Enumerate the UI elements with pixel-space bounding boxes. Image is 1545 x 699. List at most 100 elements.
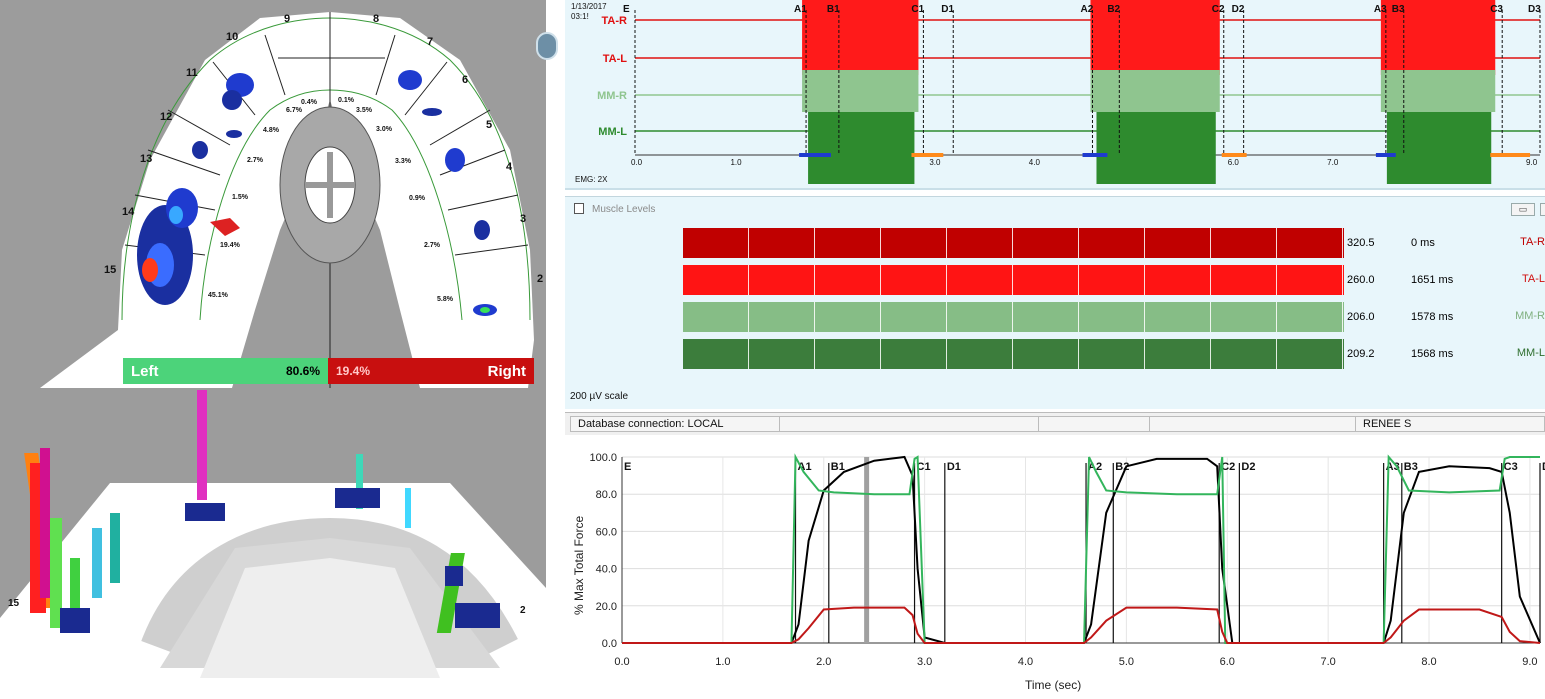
force-x-tick-label: 6.0 (1220, 656, 1235, 668)
muscle-scale-label: 200 µV scale (570, 391, 629, 402)
force-x-tick-label: 2.0 (816, 656, 831, 668)
force-x-tick-label: 8.0 (1421, 656, 1436, 668)
muscle-level-row: MM-L 209.2 1568 ms (565, 339, 1545, 369)
force-chart-panel: % Max Total Force Time (sec) 100.0 80.0 60… (565, 435, 1545, 694)
segment-percent: 5.8% (437, 296, 454, 303)
tooth-number: 13 (140, 153, 152, 165)
muscle-level-bar (683, 228, 1344, 258)
segment-percent: 0.9% (409, 195, 426, 202)
emg-burst-mmr (1380, 70, 1496, 112)
event-marker-label: B1 (831, 461, 845, 473)
force-x-tick-label: 5.0 (1119, 656, 1134, 668)
db-connection-status: Database connection: LOCAL (570, 416, 780, 432)
left-percent: 80.6% (285, 364, 320, 378)
muscle-level-bar (683, 302, 1344, 332)
force-x-tick-label: 0.0 (614, 656, 629, 668)
emg-burst-mml (808, 112, 915, 184)
muscle-level-bar (683, 265, 1344, 295)
tooth-number: 9 (284, 13, 290, 25)
emg-date: 1/13/2017 (571, 2, 607, 11)
emg-event-marker-label: D3 (1528, 4, 1541, 15)
tooth-number: 15 (8, 598, 20, 609)
event-marker-label: C3 (1504, 461, 1518, 473)
emg-event-marker-label: A1 (794, 4, 807, 15)
muscle-level-row: TA-R 320.5 0 ms (565, 228, 1545, 258)
emg-x-tick-label: 7.0 (1327, 158, 1339, 167)
time-cursor (864, 457, 870, 643)
event-marker-label: D1 (947, 461, 961, 473)
tooth-number: 8 (373, 13, 379, 25)
muscle-level-time: 1568 ms (1411, 348, 1454, 360)
status-cell-empty (1038, 416, 1150, 432)
emg-onset-bar (1221, 153, 1247, 157)
muscle-level-value: 206.0 (1347, 311, 1375, 323)
emg-event-marker-label: B2 (1107, 4, 1120, 15)
force-y-tick-label: 60.0 (596, 526, 617, 538)
panel-close-button[interactable] (1540, 203, 1545, 216)
left-right-balance-bar: Left 80.6% 19.4% Right (123, 358, 534, 384)
muscle-level-time: 0 ms (1411, 237, 1435, 249)
event-marker-label: E (624, 461, 631, 473)
emg-trace-canvas: 0.01.02.03.04.05.06.07.08.09.0TA-RTA-LMM… (597, 0, 1541, 184)
force-y-tick-label: 20.0 (596, 601, 617, 613)
emg-onset-bar (911, 153, 944, 157)
emg-onset-bar (799, 153, 831, 157)
force-x-tick-label: 9.0 (1522, 656, 1537, 668)
emg-x-tick-label: 0.0 (631, 158, 643, 167)
palate-cross-h (305, 182, 355, 188)
tooth-number: 14 (122, 206, 135, 218)
emg-event-marker-label: A3 (1374, 4, 1387, 15)
force-chart: % Max Total Force Time (sec) 100.0 80.0 60… (572, 452, 1545, 692)
segment-percent: 2.7% (247, 157, 264, 164)
tooth-number: 4 (506, 161, 513, 173)
segment-percent: 4.8% (263, 127, 280, 134)
tooth-number: 7 (427, 36, 433, 48)
panel-collapse-button[interactable] (536, 32, 558, 60)
arch-2d-canvas: 2 3 4 5 6 7 8 9 10 11 12 13 14 15 45.1% … (40, 12, 543, 388)
emg-event-marker-label: D1 (941, 4, 954, 15)
emg-x-tick-label: 4.0 (1029, 158, 1041, 167)
muscle-level-time: 1651 ms (1411, 274, 1454, 286)
force-y-tick-label: 80.0 (596, 489, 617, 501)
occlusal-arch-2d-view: 2 3 4 5 6 7 8 9 10 11 12 13 14 15 45.1% … (0, 0, 546, 388)
force-y-tick-label: 100.0 (589, 452, 617, 464)
status-bar: Database connection: LOCAL RENEE S (565, 412, 1545, 436)
emg-onset-bar (1490, 153, 1531, 157)
emg-event-marker-label: E (623, 4, 630, 15)
muscle-level-value: 260.0 (1347, 274, 1375, 286)
segment-percent: 1.5% (232, 194, 249, 201)
left-label: Left (131, 362, 159, 380)
tooth-number: 5 (486, 119, 492, 131)
force-y-tick-label: 0.0 (602, 638, 617, 650)
emg-x-tick-label: 6.0 (1228, 158, 1240, 167)
segment-percent: 19.4% (220, 242, 241, 249)
muscle-levels-title: Muscle Levels (592, 204, 656, 215)
muscle-label: TA-R (1520, 236, 1545, 248)
emg-channel-label: TA-L (603, 53, 628, 65)
segment-percent: 0.4% (301, 99, 318, 106)
emg-x-tick-label: 1.0 (730, 158, 742, 167)
segment-percent: 3.0% (376, 126, 393, 133)
emg-event-marker-label: A2 (1080, 4, 1093, 15)
emg-event-marker-label: C1 (911, 4, 924, 15)
force-x-tick-label: 4.0 (1018, 656, 1033, 668)
force-x-tick-label: 1.0 (715, 656, 730, 668)
emg-burst-mmr (802, 70, 919, 112)
right-label: Right (487, 362, 526, 380)
emg-trace-panel: 0.01.02.03.04.05.06.07.08.09.0TA-RTA-LMM… (565, 0, 1545, 190)
left-balance-segment: Left 80.6% (123, 358, 328, 384)
tooth-number: 15 (104, 264, 116, 276)
status-cell-empty (779, 416, 1039, 432)
minimize-button[interactable]: ▭ (1511, 203, 1535, 216)
emg-burst-ta (802, 0, 919, 75)
force-x-tick-label: 3.0 (917, 656, 932, 668)
status-cell-empty (1149, 416, 1356, 432)
force-y-tick-label: 40.0 (596, 564, 617, 576)
emg-onset-bar (1375, 153, 1396, 157)
segment-percent: 3.3% (395, 158, 412, 165)
emg-event-marker-label: C2 (1212, 4, 1225, 15)
muscle-level-row: MM-R 206.0 1578 ms (565, 302, 1545, 332)
emg-channel-label: MM-L (598, 126, 627, 138)
segment-percent: 2.7% (424, 242, 441, 249)
event-marker-label: D2 (1241, 461, 1255, 473)
